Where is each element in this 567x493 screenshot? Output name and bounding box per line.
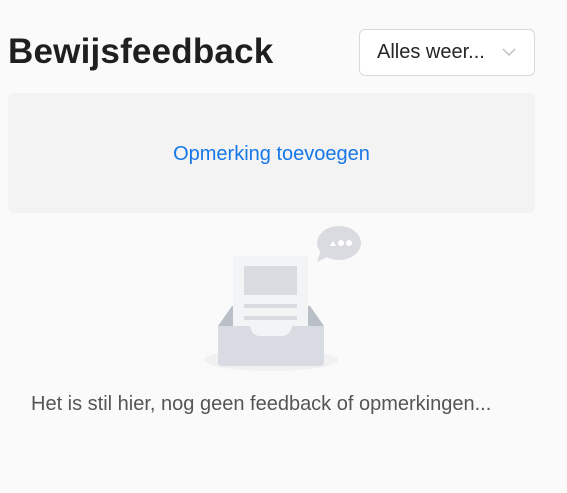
page-title: Bewijsfeedback [8, 32, 274, 71]
chevron-down-icon [501, 44, 517, 60]
filter-selected-value: Alles weer... [377, 40, 485, 63]
add-comment-link[interactable]: Opmerking toevoegen [173, 143, 370, 166]
feedback-panel: Bewijsfeedback Alles weer... Opmerking t… [0, 0, 567, 493]
bubble-dot-3 [346, 240, 352, 246]
header: Bewijsfeedback Alles weer... [8, 28, 535, 76]
document-image-block [244, 266, 297, 295]
document-line-2 [244, 316, 297, 320]
add-comment-area[interactable]: Opmerking toevoegen [8, 93, 535, 213]
filter-dropdown[interactable]: Alles weer... [359, 28, 535, 76]
empty-inbox-icon [200, 222, 370, 377]
bubble-dot-2 [338, 240, 344, 246]
empty-state-message: Het is stil hier, nog geen feedback of o… [31, 393, 492, 415]
document-line-1 [244, 304, 297, 308]
